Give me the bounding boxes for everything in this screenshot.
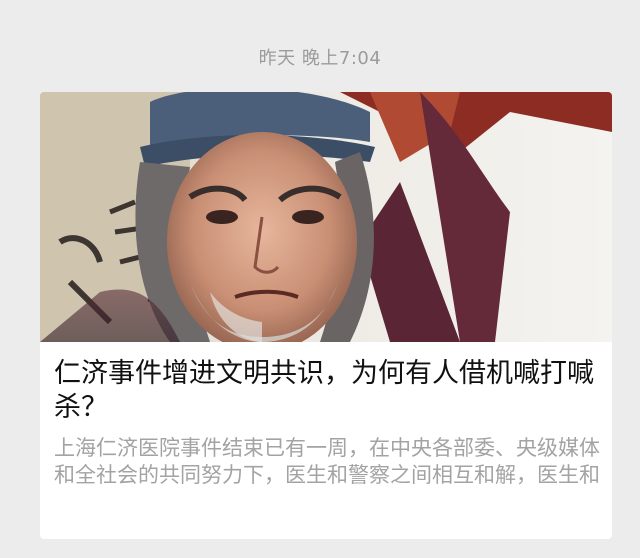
article-cover-image[interactable] (40, 92, 612, 342)
cover-illustration (40, 92, 612, 342)
article-digest: 上海仁济医院事件结束已有一周，在中央各部委、央级媒体和全社会的共同努力下，医生和… (54, 436, 600, 487)
article-card[interactable]: 仁济事件增进文明共识，为何有人借机喊打喊杀？ 上海仁济医院事件结束已有一周，在中… (40, 92, 612, 539)
message-timestamp: 昨天 晚上7:04 (258, 48, 382, 69)
article-title[interactable]: 仁济事件增进文明共识，为何有人借机喊打喊杀？ (54, 357, 600, 425)
chat-window: 昨天 晚上7:04 仁济事件增进文明共识，为何有人借机喊打喊杀？ 上海仁济医院事… (0, 0, 640, 558)
